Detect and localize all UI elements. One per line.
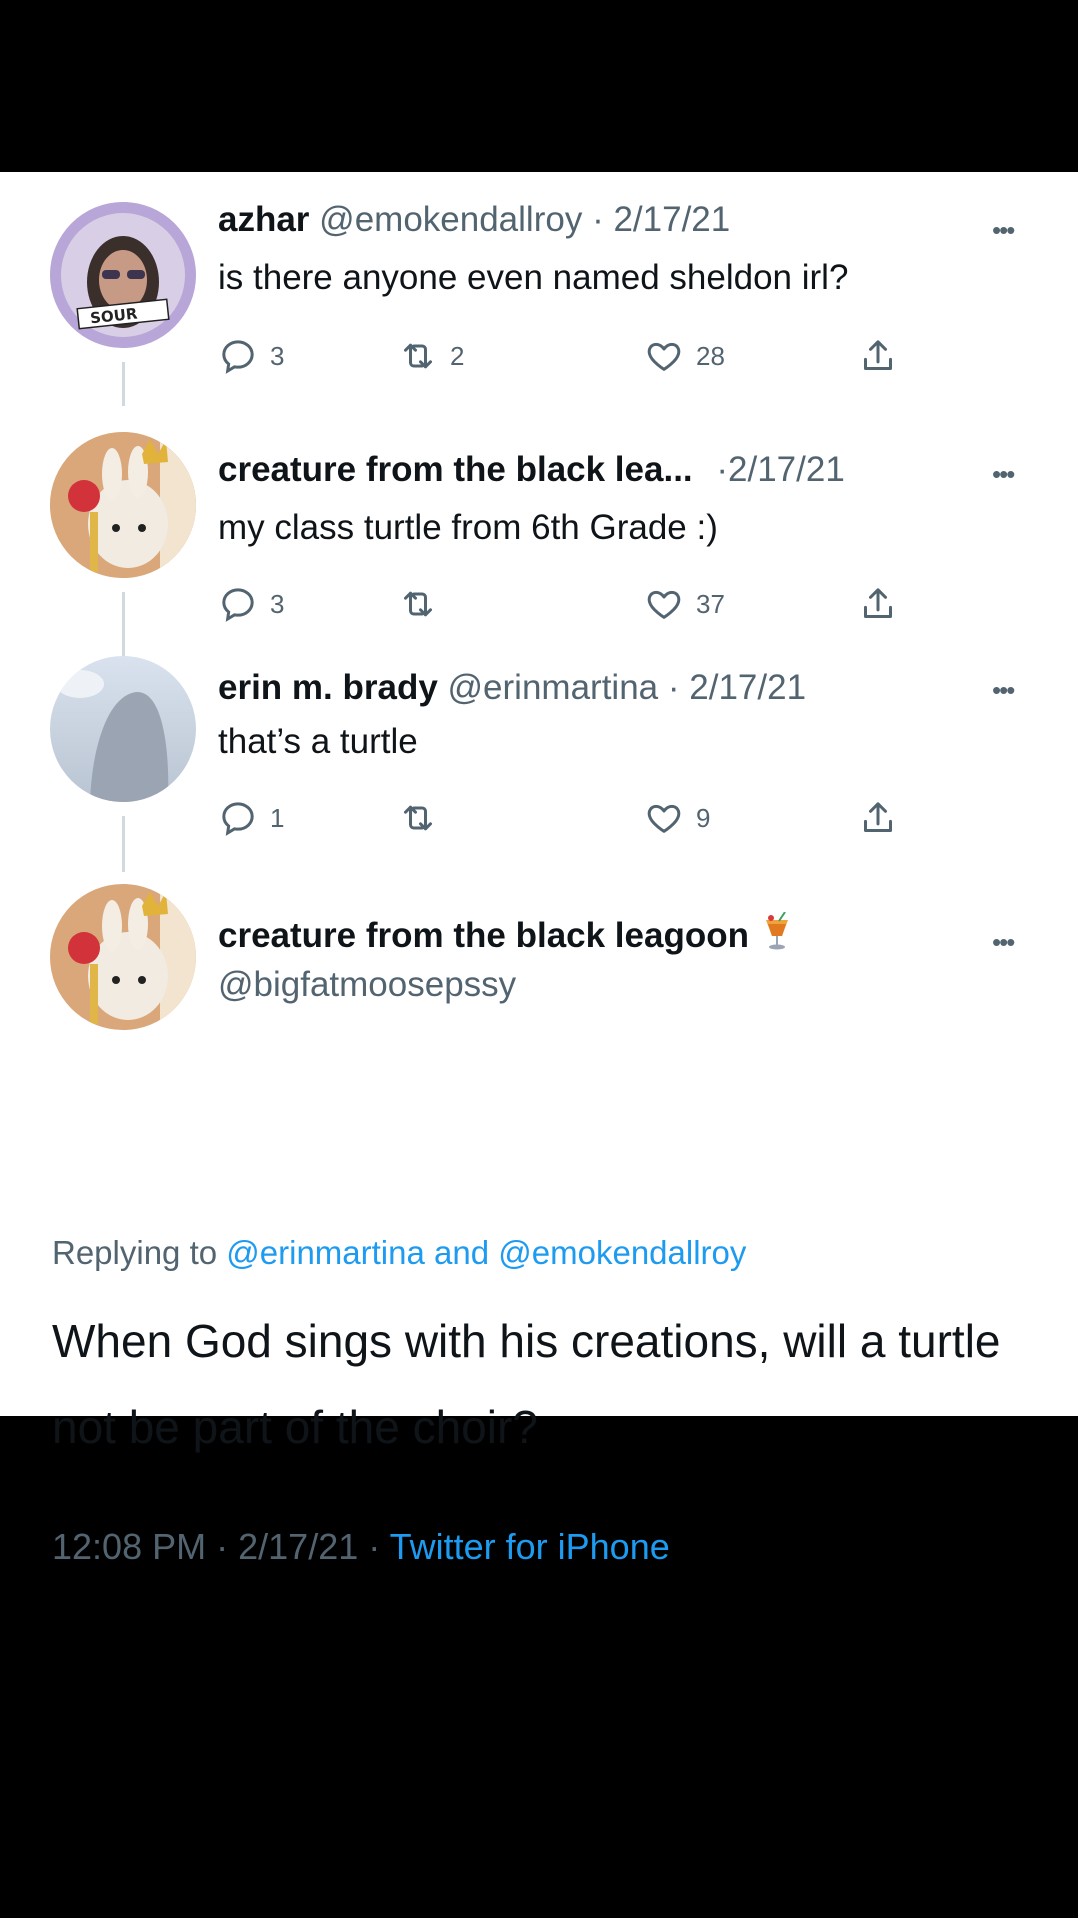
reply-icon xyxy=(222,802,254,836)
author-handle[interactable]: @emokendallroy xyxy=(319,200,582,239)
reply-button[interactable]: 1 xyxy=(218,796,284,840)
action-bar: 3 2 28 xyxy=(218,334,898,378)
reply-button[interactable]: 3 xyxy=(218,582,284,626)
replying-and: and xyxy=(434,1234,490,1271)
tweet-date[interactable]: 2/17/21 xyxy=(689,668,806,707)
author-handle[interactable]: @bigfatmoosepssy xyxy=(218,965,516,1004)
retweet-button[interactable]: 2 xyxy=(398,334,464,378)
reply-icon xyxy=(222,588,254,622)
heart-icon xyxy=(647,804,681,833)
reply-count: 1 xyxy=(270,802,285,833)
separator: · xyxy=(216,1526,229,1567)
mention-link-erinmartina[interactable]: @erinmartina xyxy=(226,1234,425,1271)
separator: · xyxy=(667,668,680,707)
tweet-meta: 12:08 PM · 2/17/21 · Twitter for iPhone xyxy=(52,1526,670,1568)
more-options-button[interactable]: ••• xyxy=(992,929,1015,955)
thread-connector xyxy=(122,362,125,406)
avatar-creature[interactable] xyxy=(50,432,196,578)
avatar-image: SOUR xyxy=(50,202,196,348)
tweet-text: is there anyone even named sheldon irl? xyxy=(218,258,849,297)
like-button[interactable]: 9 xyxy=(644,796,710,840)
reply-count: 3 xyxy=(270,588,285,619)
avatar-image xyxy=(50,656,196,802)
thread-connector xyxy=(122,592,125,656)
action-bar: 1 9 xyxy=(218,796,898,840)
main-tweet-text: When God sings with his creations, will … xyxy=(52,1315,1001,1453)
retweet-button[interactable] xyxy=(398,796,438,840)
tweet-header: azhar @emokendallroy · 2/17/21 xyxy=(218,198,730,242)
author-handle[interactable]: @erinmartina xyxy=(448,668,659,707)
avatar-erin[interactable] xyxy=(50,656,196,802)
action-bar: 3 37 xyxy=(218,582,898,626)
retweet-count: 2 xyxy=(450,340,465,371)
tweet-source-link[interactable]: Twitter for iPhone xyxy=(390,1526,670,1567)
replying-to: Replying to @erinmartina and @emokendall… xyxy=(52,1234,746,1272)
separator: · xyxy=(592,200,604,239)
tweet-date[interactable]: 2/17/21 xyxy=(613,200,730,239)
heart-icon xyxy=(647,342,681,371)
share-icon xyxy=(864,340,892,370)
heart-icon xyxy=(647,590,681,619)
tweet-text: that’s a turtle xyxy=(218,722,418,761)
retweet-icon xyxy=(404,343,432,369)
more-options-button[interactable]: ••• xyxy=(992,217,1015,243)
author-name[interactable]: erin m. brady xyxy=(218,668,438,707)
author-name[interactable]: azhar xyxy=(218,200,309,239)
like-button[interactable]: 37 xyxy=(644,582,725,626)
retweet-icon xyxy=(404,591,432,617)
more-options-button[interactable]: ••• xyxy=(992,461,1015,487)
reply-count: 3 xyxy=(270,340,285,371)
share-icon xyxy=(864,588,892,618)
tweet-header: erin m. brady @erinmartina · 2/17/21 xyxy=(218,666,806,710)
avatar-image xyxy=(50,432,196,578)
retweet-button[interactable] xyxy=(398,582,438,626)
share-button[interactable] xyxy=(858,582,898,626)
replying-prefix: Replying to xyxy=(52,1234,218,1271)
tweet-text: my class turtle from 6th Grade :) xyxy=(218,508,718,547)
tweet-time[interactable]: 12:08 PM xyxy=(52,1526,206,1567)
like-count: 9 xyxy=(696,802,711,833)
thread-connector xyxy=(122,816,125,872)
tweet-date[interactable]: 2/17/21 xyxy=(238,1526,358,1567)
tropical-drink-icon xyxy=(763,911,791,963)
author-name[interactable]: creature from the black leagoon xyxy=(218,916,749,955)
tweet-thread-panel: SOUR azhar @emokendallroy · 2/17/21 ••• … xyxy=(0,172,1078,1567)
like-button[interactable]: 28 xyxy=(644,334,725,378)
tweet-date[interactable]: 2/17/21 xyxy=(728,450,845,489)
avatar-azhar[interactable]: SOUR xyxy=(50,202,196,348)
separator: · xyxy=(716,450,729,489)
main-tweet-header: creature from the black leagoon @bigfatm… xyxy=(218,911,791,1007)
reply-button[interactable]: 3 xyxy=(218,334,284,378)
tweet-header: creature from the black lea... ·2/17/21 xyxy=(218,448,845,492)
share-button[interactable] xyxy=(858,796,898,840)
avatar-image xyxy=(50,884,196,1030)
more-options-button[interactable]: ••• xyxy=(992,677,1015,703)
mention-link-emokendallroy[interactable]: @emokendallroy xyxy=(498,1234,746,1271)
share-icon xyxy=(864,802,892,832)
reply-icon xyxy=(222,340,254,374)
avatar-main-creature[interactable] xyxy=(50,884,196,1030)
author-name[interactable]: creature from the black lea... xyxy=(218,450,693,489)
separator: · xyxy=(368,1526,381,1567)
like-count: 37 xyxy=(696,588,725,619)
like-count: 28 xyxy=(696,340,725,371)
retweet-icon xyxy=(404,805,432,831)
share-button[interactable] xyxy=(858,334,898,378)
